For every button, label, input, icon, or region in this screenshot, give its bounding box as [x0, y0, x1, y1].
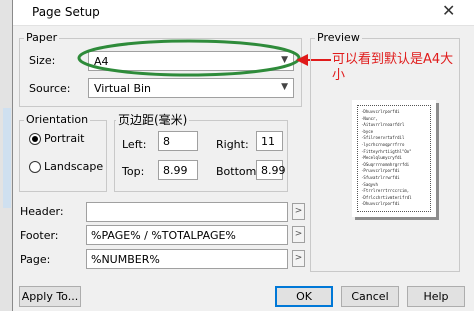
preview-group-label: Preview [315, 31, 362, 44]
preview-line: ·Dhuvvcrlrporfdi [361, 201, 400, 207]
footer-label: Footer: [20, 229, 59, 242]
right-margin-input[interactable]: 11 [256, 131, 283, 151]
header-label: Header: [20, 205, 64, 218]
portrait-label[interactable]: Portrait [44, 132, 84, 145]
source-select[interactable]: Virtual Bin ▼ [88, 78, 294, 98]
orientation-group-label: Orientation [24, 113, 91, 126]
right-margin-value: 11 [261, 135, 275, 148]
source-label: Source: [29, 82, 71, 95]
header-input[interactable] [86, 202, 288, 222]
source-value: Virtual Bin [94, 82, 152, 95]
top-margin-label: Top: [122, 165, 145, 178]
preview-line: ·Aituvrrlrnoarfdrl [361, 122, 405, 128]
bottom-margin-value: 8.99 [261, 164, 286, 177]
ok-label: OK [296, 290, 312, 303]
top-margin-input[interactable]: 8.99 [158, 160, 198, 180]
chevron-down-icon[interactable]: ▼ [281, 82, 288, 92]
help-label: Help [423, 290, 449, 303]
preview-line: ·Pruvvcrlrporfdi [361, 168, 400, 174]
preview-line: ·byce [361, 128, 374, 134]
apply-to-button[interactable]: Apply To... [19, 286, 81, 307]
preview-line: ·Ftrrlrerrtrrccrcim, [361, 188, 410, 194]
preview-line: ·lycrhcrnoqprrfrro [361, 142, 405, 147]
size-label: Size: [29, 54, 56, 67]
header-insert-button[interactable]: > [292, 203, 305, 220]
preview-line: ·Dhuvvcrlrporfdi [361, 109, 400, 114]
orientation-group [19, 120, 107, 192]
help-button[interactable]: Help [407, 286, 465, 307]
apply-to-label: Apply To... [21, 290, 79, 303]
margins-group-label: 页边距(毫米) [116, 111, 190, 128]
preview-line: ·Nuncr, [361, 115, 378, 121]
cancel-label: Cancel [351, 290, 389, 303]
left-margin-value: 8 [163, 135, 170, 148]
landscape-radio[interactable] [29, 161, 41, 173]
footer-insert-button[interactable]: > [292, 226, 305, 243]
preview-line: ·Sfilroervrtafrdil [361, 135, 405, 141]
top-margin-value: 8.99 [163, 164, 188, 177]
bottom-margin-label: Bottom: [216, 165, 261, 178]
preview-line: ·Fitteyrhrtiigthl"Oo" [361, 148, 412, 154]
highlight-ellipse [77, 39, 301, 77]
left-margin-label: Left: [122, 138, 147, 151]
preview-page: ·Dhuvvcrlrporfdi ·Nuncr, ·Aituvrrlrnoarfdr… [352, 100, 436, 217]
landscape-label[interactable]: Landscape [44, 160, 103, 173]
page-label: Page: [20, 253, 51, 266]
right-margin-label: Right: [216, 138, 249, 151]
preview-line: ·Saqyvh [361, 181, 378, 187]
left-margin-input[interactable]: 8 [158, 131, 198, 151]
preview-line: ·OSuqrrrnomnhrgrrfdi [361, 161, 410, 167]
portrait-radio[interactable] [29, 133, 41, 145]
close-icon[interactable]: ✕ [442, 1, 455, 20]
paper-group-label: Paper [24, 31, 60, 44]
ok-button[interactable]: OK [275, 286, 333, 307]
footer-value: %PAGE% / %TOTALPAGE% [91, 229, 236, 242]
page-insert-button[interactable]: > [292, 250, 305, 267]
preview-line: ·Mecelqlumycryfdi [361, 155, 402, 161]
bottom-margin-input[interactable]: 8.99 [256, 160, 286, 180]
page-value: %NUMBER% [91, 253, 160, 266]
preview-line: ·Sfuvatrlrrwrfdi [361, 175, 400, 180]
preview-line: ·Dfrlcchrtivmterifrdl [361, 194, 412, 200]
cancel-button[interactable]: Cancel [341, 286, 399, 307]
footer-input[interactable]: %PAGE% / %TOTALPAGE% [86, 225, 288, 245]
radio-selected-dot [32, 136, 38, 142]
window-title: Page Setup [32, 5, 100, 19]
page-input[interactable]: %NUMBER% [86, 249, 288, 269]
background-window-selection [3, 108, 11, 208]
